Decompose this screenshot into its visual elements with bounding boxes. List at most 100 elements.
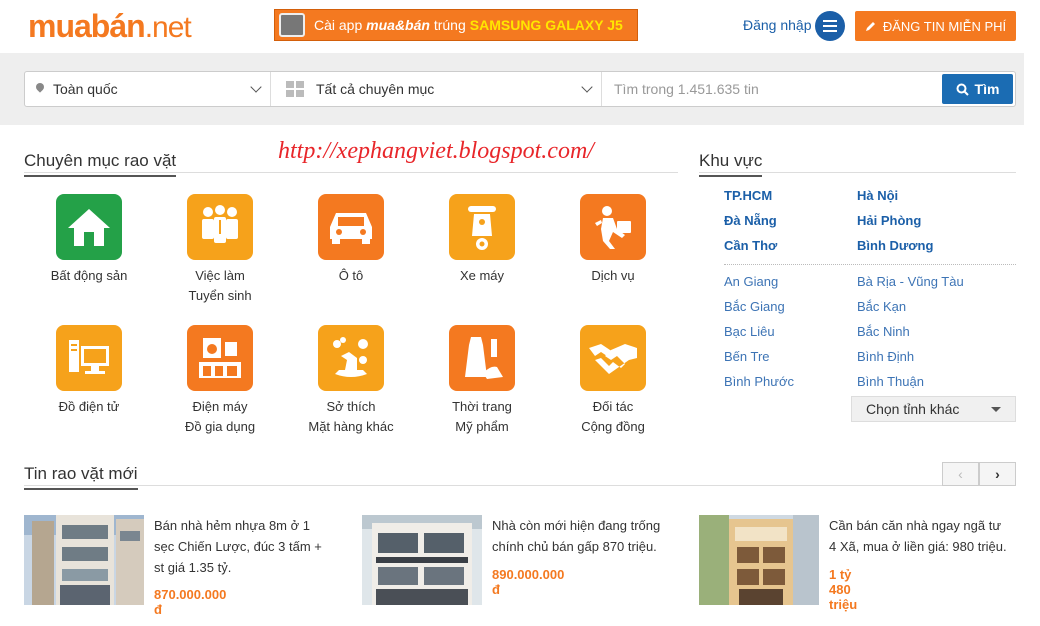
caret-down-icon [991,407,1001,412]
listing-description[interactable]: sẹc Chiến Lược, đúc 3 tấm + [154,536,344,557]
category-label: Đối tác [592,399,634,414]
watermark-text: http://xephangviet.blogspot.com/ [278,138,594,164]
site-logo[interactable]: muabán.net [28,8,192,46]
region-link[interactable]: Bình Dương [857,238,933,253]
post-ad-label: ĐĂNG TIN MIỄN PHÍ [882,18,1007,34]
carousel-prev-button[interactable]: ‹ [942,462,979,486]
category-label: Thời trang [452,399,512,414]
hobby-icon [318,325,384,391]
chevron-right-icon: › [995,466,1000,482]
category-label: Bất động sản [50,268,128,283]
listing-thumbnail[interactable] [362,515,482,605]
post-ad-button[interactable]: ĐĂNG TIN MIỄN PHÍ [855,11,1016,41]
divider [699,172,1016,173]
province-link[interactable]: An Giang [724,274,778,289]
promo-banner[interactable]: Cài app mua&bán trúng SAMSUNG GALAXY J5 [274,9,638,41]
logo-text-domain: .net [144,11,192,44]
divider [24,172,678,173]
category-real-estate[interactable]: Bất động sản [29,194,149,286]
category-hobbies[interactable]: Sở thích Mặt hàng khác [291,325,411,437]
menu-bar-icon [823,30,837,32]
category-label: Điện máy [192,399,248,414]
region-link[interactable]: TP.HCM [724,188,772,203]
listing-description[interactable]: 4 Xã, mua ở liền giá: 980 triệu. [829,536,1019,557]
province-link[interactable]: Bạc Liêu [724,324,775,339]
listing-description[interactable]: chính chủ bán gấp 870 triệu. [492,536,692,557]
search-bar: Toàn quốc Tất cả chuyên mục Tìm [24,71,1016,107]
listing-description[interactable]: st giá 1.35 tỷ. [154,557,344,578]
category-sublabel: Mỹ phẩm [455,419,509,434]
province-link[interactable]: Bình Thuận [857,374,924,389]
province-link[interactable]: Bắc Kạn [857,299,906,314]
service-icon [580,194,646,260]
site-header: muabán.net Cài app mua&bán trúng SAMSUNG … [0,0,1040,52]
category-label: Dịch vụ [591,268,635,283]
banner-brand: mua&bán [366,17,430,33]
province-link[interactable]: Bà Rịa - Vũng Tàu [857,274,964,289]
listing-thumbnail[interactable] [24,515,144,605]
province-select[interactable]: Chọn tỉnh khác [851,396,1016,422]
search-input[interactable] [614,72,934,106]
grid-icon [286,81,304,97]
category-cars[interactable]: Ô tô [291,194,411,286]
region-title: Khu vực [699,151,763,177]
category-motorbikes[interactable]: Xe máy [422,194,542,286]
province-link[interactable]: Bến Tre [724,349,770,364]
region-link[interactable]: Hà Nội [857,188,898,203]
category-services[interactable]: Dịch vụ [553,194,673,286]
divider [24,485,1016,486]
province-link[interactable]: Bình Phước [724,374,794,389]
province-link[interactable]: Bình Định [857,349,914,364]
category-label: Ô tô [338,268,364,283]
listing-thumbnail[interactable] [699,515,819,605]
category-jobs[interactable]: Việc làm Tuyển sinh [160,194,280,306]
login-link[interactable]: Đăng nhập [743,17,812,33]
category-sublabel: Đồ gia dụng [184,419,256,434]
listing-price: 1 tỷ 480 triệu [829,567,858,612]
region-link[interactable]: Cần Thơ [724,238,777,253]
region-link[interactable]: Hải Phòng [857,213,921,228]
car-icon [318,194,384,260]
house-icon [56,194,122,260]
fashion-icon [449,325,515,391]
category-label: Xe máy [459,268,505,283]
hamburger-menu-button[interactable] [815,11,845,41]
pencil-icon [865,22,875,31]
chevron-down-icon [581,81,593,93]
search-button[interactable]: Tìm [942,74,1013,104]
category-value: Tất cả chuyên mục [316,81,435,97]
province-link[interactable]: Bắc Ninh [857,324,910,339]
computer-icon [56,325,122,391]
category-electronics[interactable]: Đồ điện tử [29,325,149,417]
banner-text: Cài app [314,17,363,33]
category-label: Việc làm [195,268,245,283]
location-value: Toàn quốc [53,81,118,97]
listing-description[interactable]: Cần bán căn nhà ngay ngã tư [829,515,1019,536]
phone-icon [279,13,305,37]
province-link[interactable]: Bắc Giang [724,299,785,314]
region-link[interactable]: Đà Nẵng [724,213,777,228]
category-label: Sở thích [326,399,376,414]
category-label: Đồ điện tử [58,399,120,414]
category-sublabel: Cộng đồng [581,419,645,434]
category-partners[interactable]: Đối tác Cộng đồng [553,325,673,437]
province-select-label: Chọn tỉnh khác [866,401,960,417]
categories-title: Chuyên mục rao vặt [24,151,177,177]
category-appliances[interactable]: Điện máy Đồ gia dụng [160,325,280,437]
divider [724,264,1016,265]
category-select[interactable]: Tất cả chuyên mục [272,72,602,106]
menu-bar-icon [823,20,837,22]
scooter-icon [449,194,515,260]
location-pin-icon [35,83,45,95]
chevron-left-icon: ‹ [958,466,963,482]
location-select[interactable]: Toàn quốc [25,72,271,106]
carousel-next-button[interactable]: › [979,462,1016,486]
listing-description[interactable]: Nhà còn mới hiện đang trống [492,515,692,536]
category-fashion[interactable]: Thời trang Mỹ phẩm [422,325,542,437]
search-button-label: Tìm [974,81,1000,97]
handshake-icon [580,325,646,391]
people-icon [187,194,253,260]
listing-price: 870.000.000 đ [154,587,227,617]
listing-description[interactable]: Bán nhà hẻm nhựa 8m ở 1 [154,515,344,536]
search-icon [956,83,969,96]
